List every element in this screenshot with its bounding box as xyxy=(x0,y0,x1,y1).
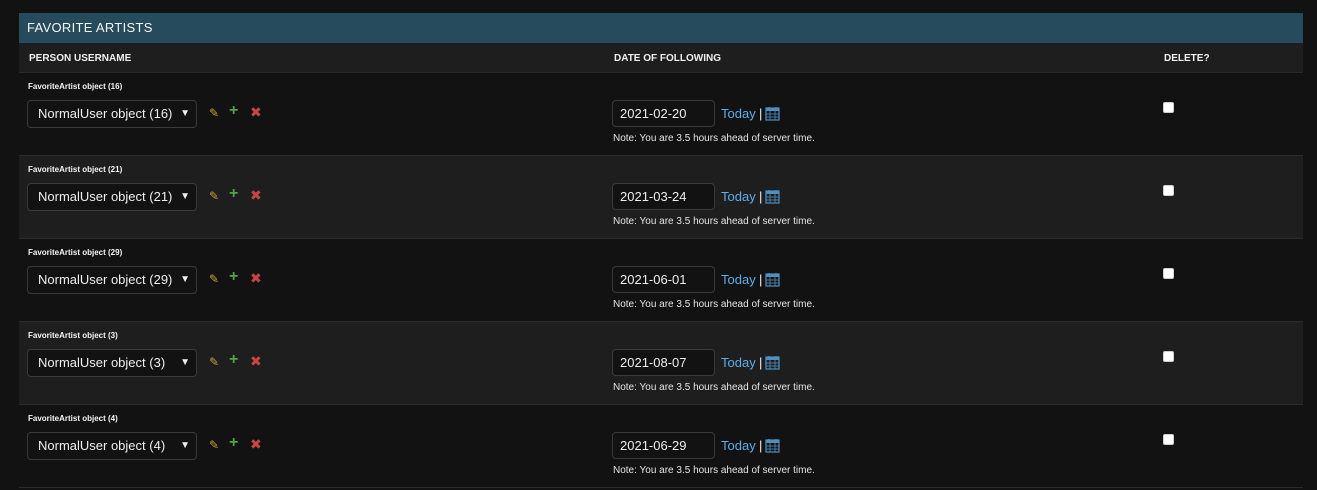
object-label: FavoriteArtist object (4) xyxy=(28,414,118,423)
person-username-select[interactable]: NormalUser object (16) ▼ xyxy=(27,100,197,128)
select-value: NormalUser object (21) xyxy=(38,189,173,204)
person-username-select[interactable]: NormalUser object (4) ▼ xyxy=(27,432,197,460)
calendar-icon[interactable] xyxy=(765,189,780,204)
cross-icon[interactable]: ✖ xyxy=(250,437,262,451)
timezone-note: Note: You are 3.5 hours ahead of server … xyxy=(613,465,815,476)
date-of-following-input[interactable]: 2021-06-29 xyxy=(612,432,715,459)
pencil-icon[interactable]: ✎ xyxy=(209,106,219,120)
table-row: FavoriteArtist object (4) NormalUser obj… xyxy=(19,405,1303,488)
person-username-select[interactable]: NormalUser object (29) ▼ xyxy=(27,266,197,294)
object-label: FavoriteArtist object (29) xyxy=(28,248,123,257)
column-header-delete: DELETE? xyxy=(1164,53,1210,64)
today-link[interactable]: Today xyxy=(721,272,756,287)
today-link[interactable]: Today xyxy=(721,189,756,204)
today-link[interactable]: Today xyxy=(721,106,756,121)
person-username-select[interactable]: NormalUser object (21) ▼ xyxy=(27,183,197,211)
plus-icon[interactable]: + xyxy=(229,103,238,119)
timezone-note: Note: You are 3.5 hours ahead of server … xyxy=(613,216,815,227)
link-separator: | xyxy=(759,355,763,370)
cross-icon[interactable]: ✖ xyxy=(250,354,262,368)
calendar-icon[interactable] xyxy=(765,355,780,370)
calendar-icon[interactable] xyxy=(765,438,780,453)
column-header-person-username: PERSON USERNAME xyxy=(29,53,132,64)
pencil-icon[interactable]: ✎ xyxy=(209,272,219,286)
favorite-artists-inline: FAVORITE ARTISTS PERSON USERNAME DATE OF… xyxy=(19,13,1303,488)
today-link[interactable]: Today xyxy=(721,438,756,453)
chevron-down-icon: ▼ xyxy=(180,274,190,285)
object-label: FavoriteArtist object (3) xyxy=(28,331,118,340)
object-label: FavoriteArtist object (21) xyxy=(28,165,123,174)
select-value: NormalUser object (3) xyxy=(38,355,166,370)
cross-icon[interactable]: ✖ xyxy=(250,105,262,119)
timezone-note: Note: You are 3.5 hours ahead of server … xyxy=(613,133,815,144)
plus-icon[interactable]: + xyxy=(229,352,238,368)
plus-icon[interactable]: + xyxy=(229,269,238,285)
timezone-note: Note: You are 3.5 hours ahead of server … xyxy=(613,382,815,393)
delete-checkbox[interactable] xyxy=(1163,268,1174,279)
pencil-icon[interactable]: ✎ xyxy=(209,355,219,369)
date-of-following-input[interactable]: 2021-02-20 xyxy=(612,100,715,127)
timezone-note: Note: You are 3.5 hours ahead of server … xyxy=(613,299,815,310)
inline-caption: FAVORITE ARTISTS xyxy=(19,13,1303,43)
calendar-icon[interactable] xyxy=(765,272,780,287)
delete-checkbox[interactable] xyxy=(1163,102,1174,113)
delete-checkbox[interactable] xyxy=(1163,351,1174,362)
link-separator: | xyxy=(759,438,763,453)
link-separator: | xyxy=(759,189,763,204)
date-of-following-input[interactable]: 2021-03-24 xyxy=(612,183,715,210)
cross-icon[interactable]: ✖ xyxy=(250,188,262,202)
object-label: FavoriteArtist object (16) xyxy=(28,82,123,91)
delete-checkbox[interactable] xyxy=(1163,434,1174,445)
link-separator: | xyxy=(759,106,763,121)
select-value: NormalUser object (16) xyxy=(38,106,173,121)
table-header: PERSON USERNAME DATE OF FOLLOWING DELETE… xyxy=(19,43,1303,73)
cross-icon[interactable]: ✖ xyxy=(250,271,262,285)
chevron-down-icon: ▼ xyxy=(180,191,190,202)
date-of-following-input[interactable]: 2021-06-01 xyxy=(612,266,715,293)
table-row: FavoriteArtist object (29) NormalUser ob… xyxy=(19,239,1303,322)
date-of-following-input[interactable]: 2021-08-07 xyxy=(612,349,715,376)
plus-icon[interactable]: + xyxy=(229,186,238,202)
today-link[interactable]: Today xyxy=(721,355,756,370)
pencil-icon[interactable]: ✎ xyxy=(209,189,219,203)
delete-checkbox[interactable] xyxy=(1163,185,1174,196)
person-username-select[interactable]: NormalUser object (3) ▼ xyxy=(27,349,197,377)
pencil-icon[interactable]: ✎ xyxy=(209,438,219,452)
table-row: FavoriteArtist object (3) NormalUser obj… xyxy=(19,322,1303,405)
column-header-date-of-following: DATE OF FOLLOWING xyxy=(614,53,722,64)
plus-icon[interactable]: + xyxy=(229,435,238,451)
select-value: NormalUser object (29) xyxy=(38,272,173,287)
table-row: FavoriteArtist object (21) NormalUser ob… xyxy=(19,156,1303,239)
chevron-down-icon: ▼ xyxy=(180,440,190,451)
table-row: FavoriteArtist object (16) NormalUser ob… xyxy=(19,73,1303,156)
select-value: NormalUser object (4) xyxy=(38,438,166,453)
calendar-icon[interactable] xyxy=(765,106,780,121)
chevron-down-icon: ▼ xyxy=(180,357,190,368)
link-separator: | xyxy=(759,272,763,287)
chevron-down-icon: ▼ xyxy=(180,108,190,119)
